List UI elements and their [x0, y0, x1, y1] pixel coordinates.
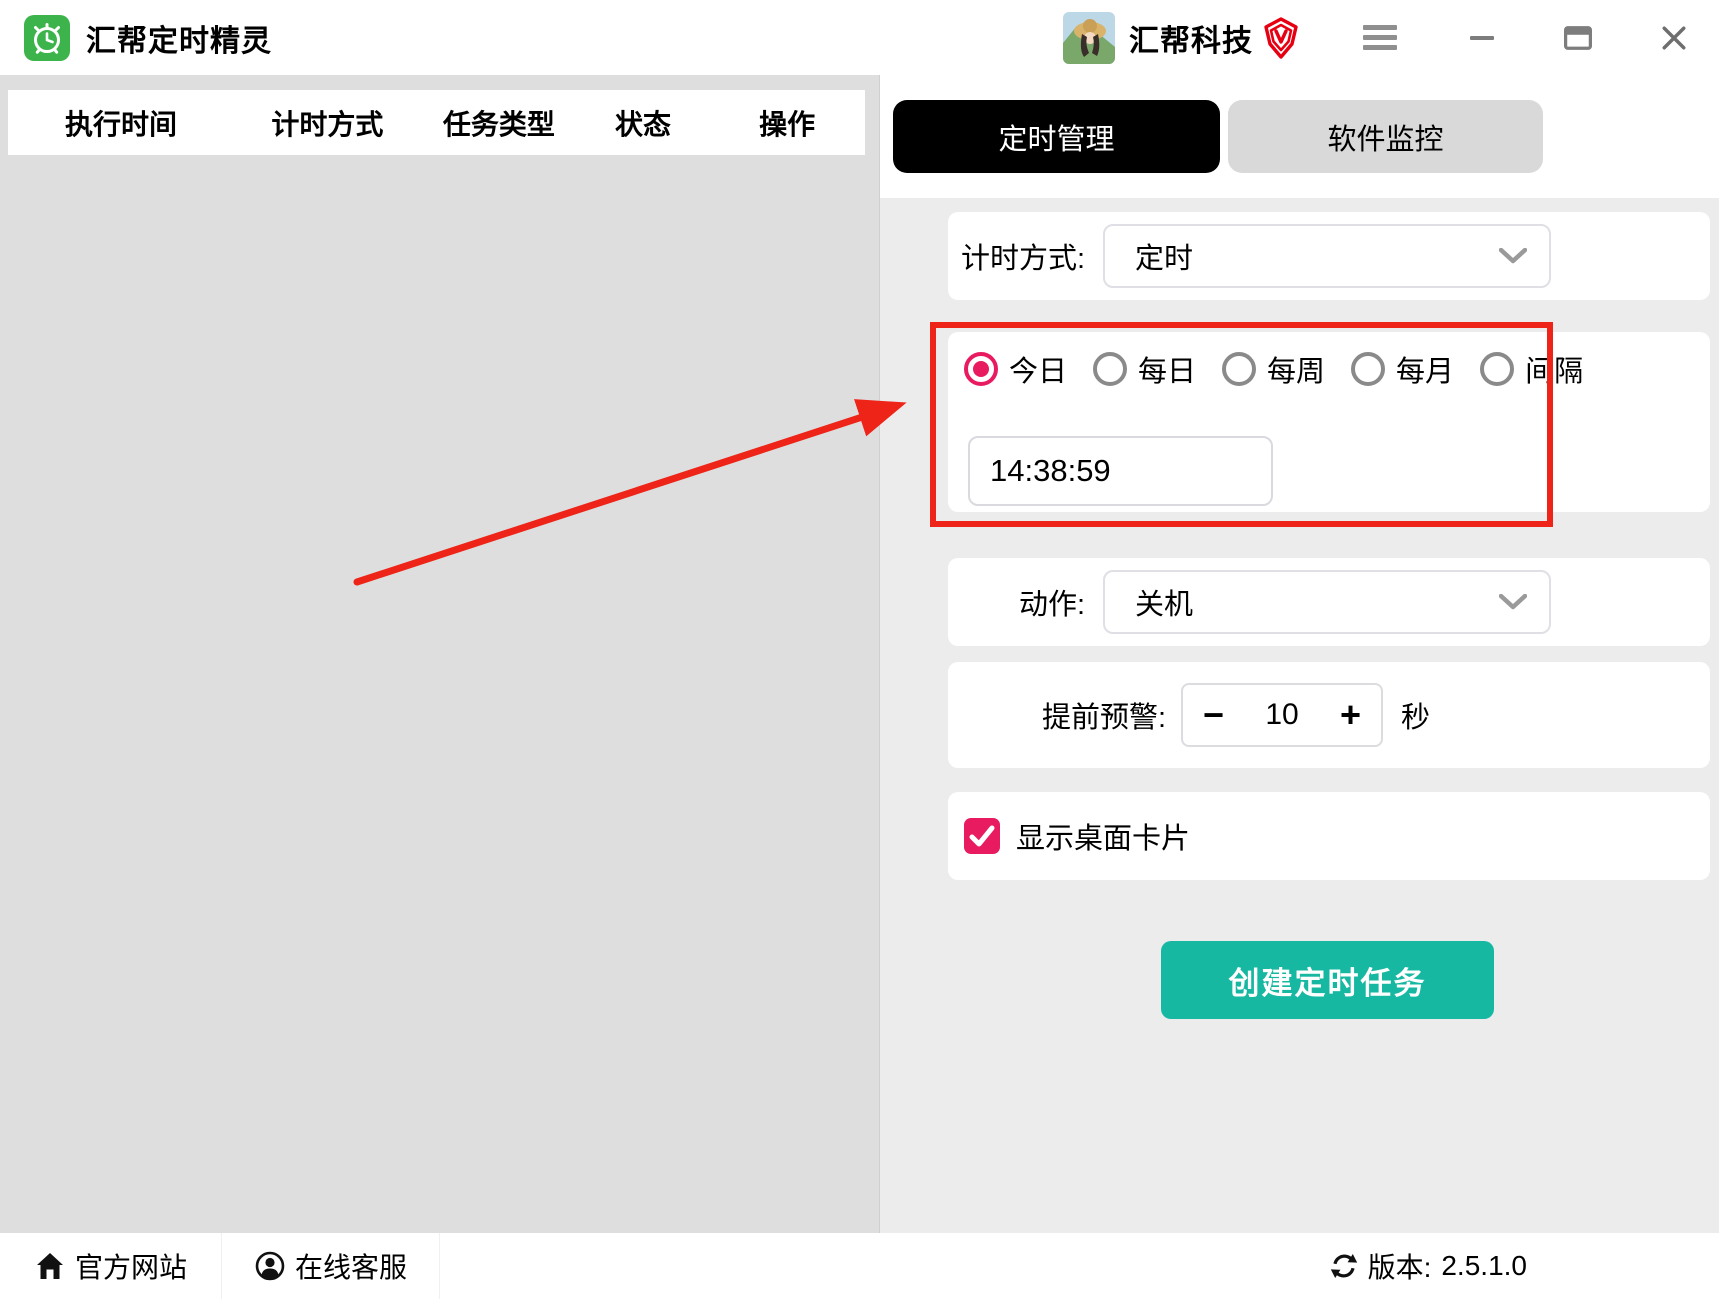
avatar[interactable] — [1063, 11, 1115, 64]
column-timing-method: 计时方式 — [271, 108, 384, 140]
check-icon — [969, 825, 995, 847]
warning-unit: 秒 — [1401, 702, 1431, 734]
brand-name: 汇帮科技 — [1129, 24, 1253, 58]
footer: 官方网站 在线客服 版本: 2.5.1.0 — [0, 1233, 1719, 1299]
version-info: 版本: 2.5.1.0 — [1330, 1246, 1527, 1286]
column-exec-time: 执行时间 — [64, 108, 177, 140]
timing-method-row: 计时方式: 定时 — [948, 212, 1710, 300]
desktop-card-label: 显示桌面卡片 — [1016, 823, 1191, 855]
home-icon — [37, 1253, 63, 1279]
app-title: 汇帮定时精灵 — [86, 24, 272, 58]
warning-stepper: − 10 + — [1181, 683, 1383, 747]
radio-option-daily[interactable]: 每日 — [1093, 348, 1196, 390]
schedule-card: 今日 每日 每周 每月 间隔 14:38:59 — [930, 322, 1710, 527]
version-label: 版本: — [1367, 1252, 1432, 1283]
column-operation: 操作 — [759, 108, 816, 140]
version-value: 2.5.1.0 — [1441, 1250, 1527, 1281]
vip-badge-icon[interactable] — [1263, 16, 1299, 59]
chevron-down-icon — [1499, 594, 1527, 610]
tab-timer-management[interactable]: 定时管理 — [893, 100, 1220, 173]
stepper-plus-button[interactable]: + — [1336, 697, 1365, 733]
refresh-icon[interactable] — [1330, 1252, 1358, 1280]
online-support-link[interactable]: 在线客服 — [222, 1233, 440, 1299]
action-value: 关机 — [1135, 589, 1194, 621]
create-task-button[interactable]: 创建定时任务 — [1161, 941, 1494, 1019]
stepper-value[interactable]: 10 — [1265, 698, 1298, 732]
tab-strip: 定时管理 软件监控 — [880, 75, 1719, 198]
timing-method-value: 定时 — [1135, 243, 1194, 275]
timer-form: 计时方式: 定时 今日 每日 每周 每月 间隔 14:38:59 动作: 关机 … — [880, 198, 1719, 1019]
titlebar: 汇帮定时精灵 汇帮科技 — [0, 0, 1719, 75]
radio-option-monthly[interactable]: 每月 — [1351, 348, 1454, 390]
task-table-empty-area — [8, 155, 865, 1298]
radio-icon — [1351, 352, 1386, 386]
radio-option-today[interactable]: 今日 — [964, 348, 1067, 390]
radio-icon — [1222, 352, 1257, 386]
action-select[interactable]: 关机 — [1103, 570, 1551, 634]
warning-row: 提前预警: − 10 + 秒 — [948, 662, 1710, 768]
warning-label: 提前预警: — [1041, 702, 1166, 734]
app-window: 汇帮定时精灵 汇帮科技 执行时间 计时方式 任务类型 状态 操作 定时管理 软件… — [0, 0, 1719, 1299]
menu-icon[interactable] — [1357, 19, 1403, 56]
control-panel: 定时管理 软件监控 计时方式: 定时 今日 每日 每周 每月 间隔 14:38:… — [880, 75, 1719, 1233]
person-icon — [255, 1251, 285, 1281]
maximize-button[interactable] — [1561, 21, 1595, 55]
radio-option-interval[interactable]: 间隔 — [1480, 348, 1583, 390]
action-label: 动作: — [1018, 589, 1085, 621]
radio-icon — [1093, 352, 1128, 386]
column-task-type: 任务类型 — [442, 108, 555, 140]
timing-method-label: 计时方式: — [960, 243, 1085, 275]
stepper-minus-button[interactable]: − — [1199, 697, 1228, 733]
tab-software-monitor[interactable]: 软件监控 — [1228, 100, 1543, 173]
timing-method-select[interactable]: 定时 — [1103, 224, 1551, 288]
desktop-card-checkbox[interactable] — [964, 818, 1000, 854]
radio-icon — [1480, 352, 1515, 386]
task-list-panel: 执行时间 计时方式 任务类型 状态 操作 — [0, 75, 880, 1233]
time-input[interactable]: 14:38:59 — [968, 436, 1273, 506]
action-row: 动作: 关机 — [948, 558, 1710, 646]
minimize-button[interactable] — [1465, 21, 1499, 55]
app-logo-icon — [24, 14, 70, 61]
desktop-card-row: 显示桌面卡片 — [948, 792, 1710, 880]
radio-option-weekly[interactable]: 每周 — [1222, 348, 1325, 390]
close-button[interactable] — [1657, 21, 1691, 55]
chevron-down-icon — [1499, 248, 1527, 264]
table-header: 执行时间 计时方式 任务类型 状态 操作 — [8, 90, 865, 155]
schedule-radio-group: 今日 每日 每周 每月 间隔 — [964, 348, 1710, 390]
radio-selected-icon — [964, 352, 998, 386]
column-status: 状态 — [614, 108, 671, 140]
official-website-link[interactable]: 官方网站 — [0, 1233, 222, 1299]
